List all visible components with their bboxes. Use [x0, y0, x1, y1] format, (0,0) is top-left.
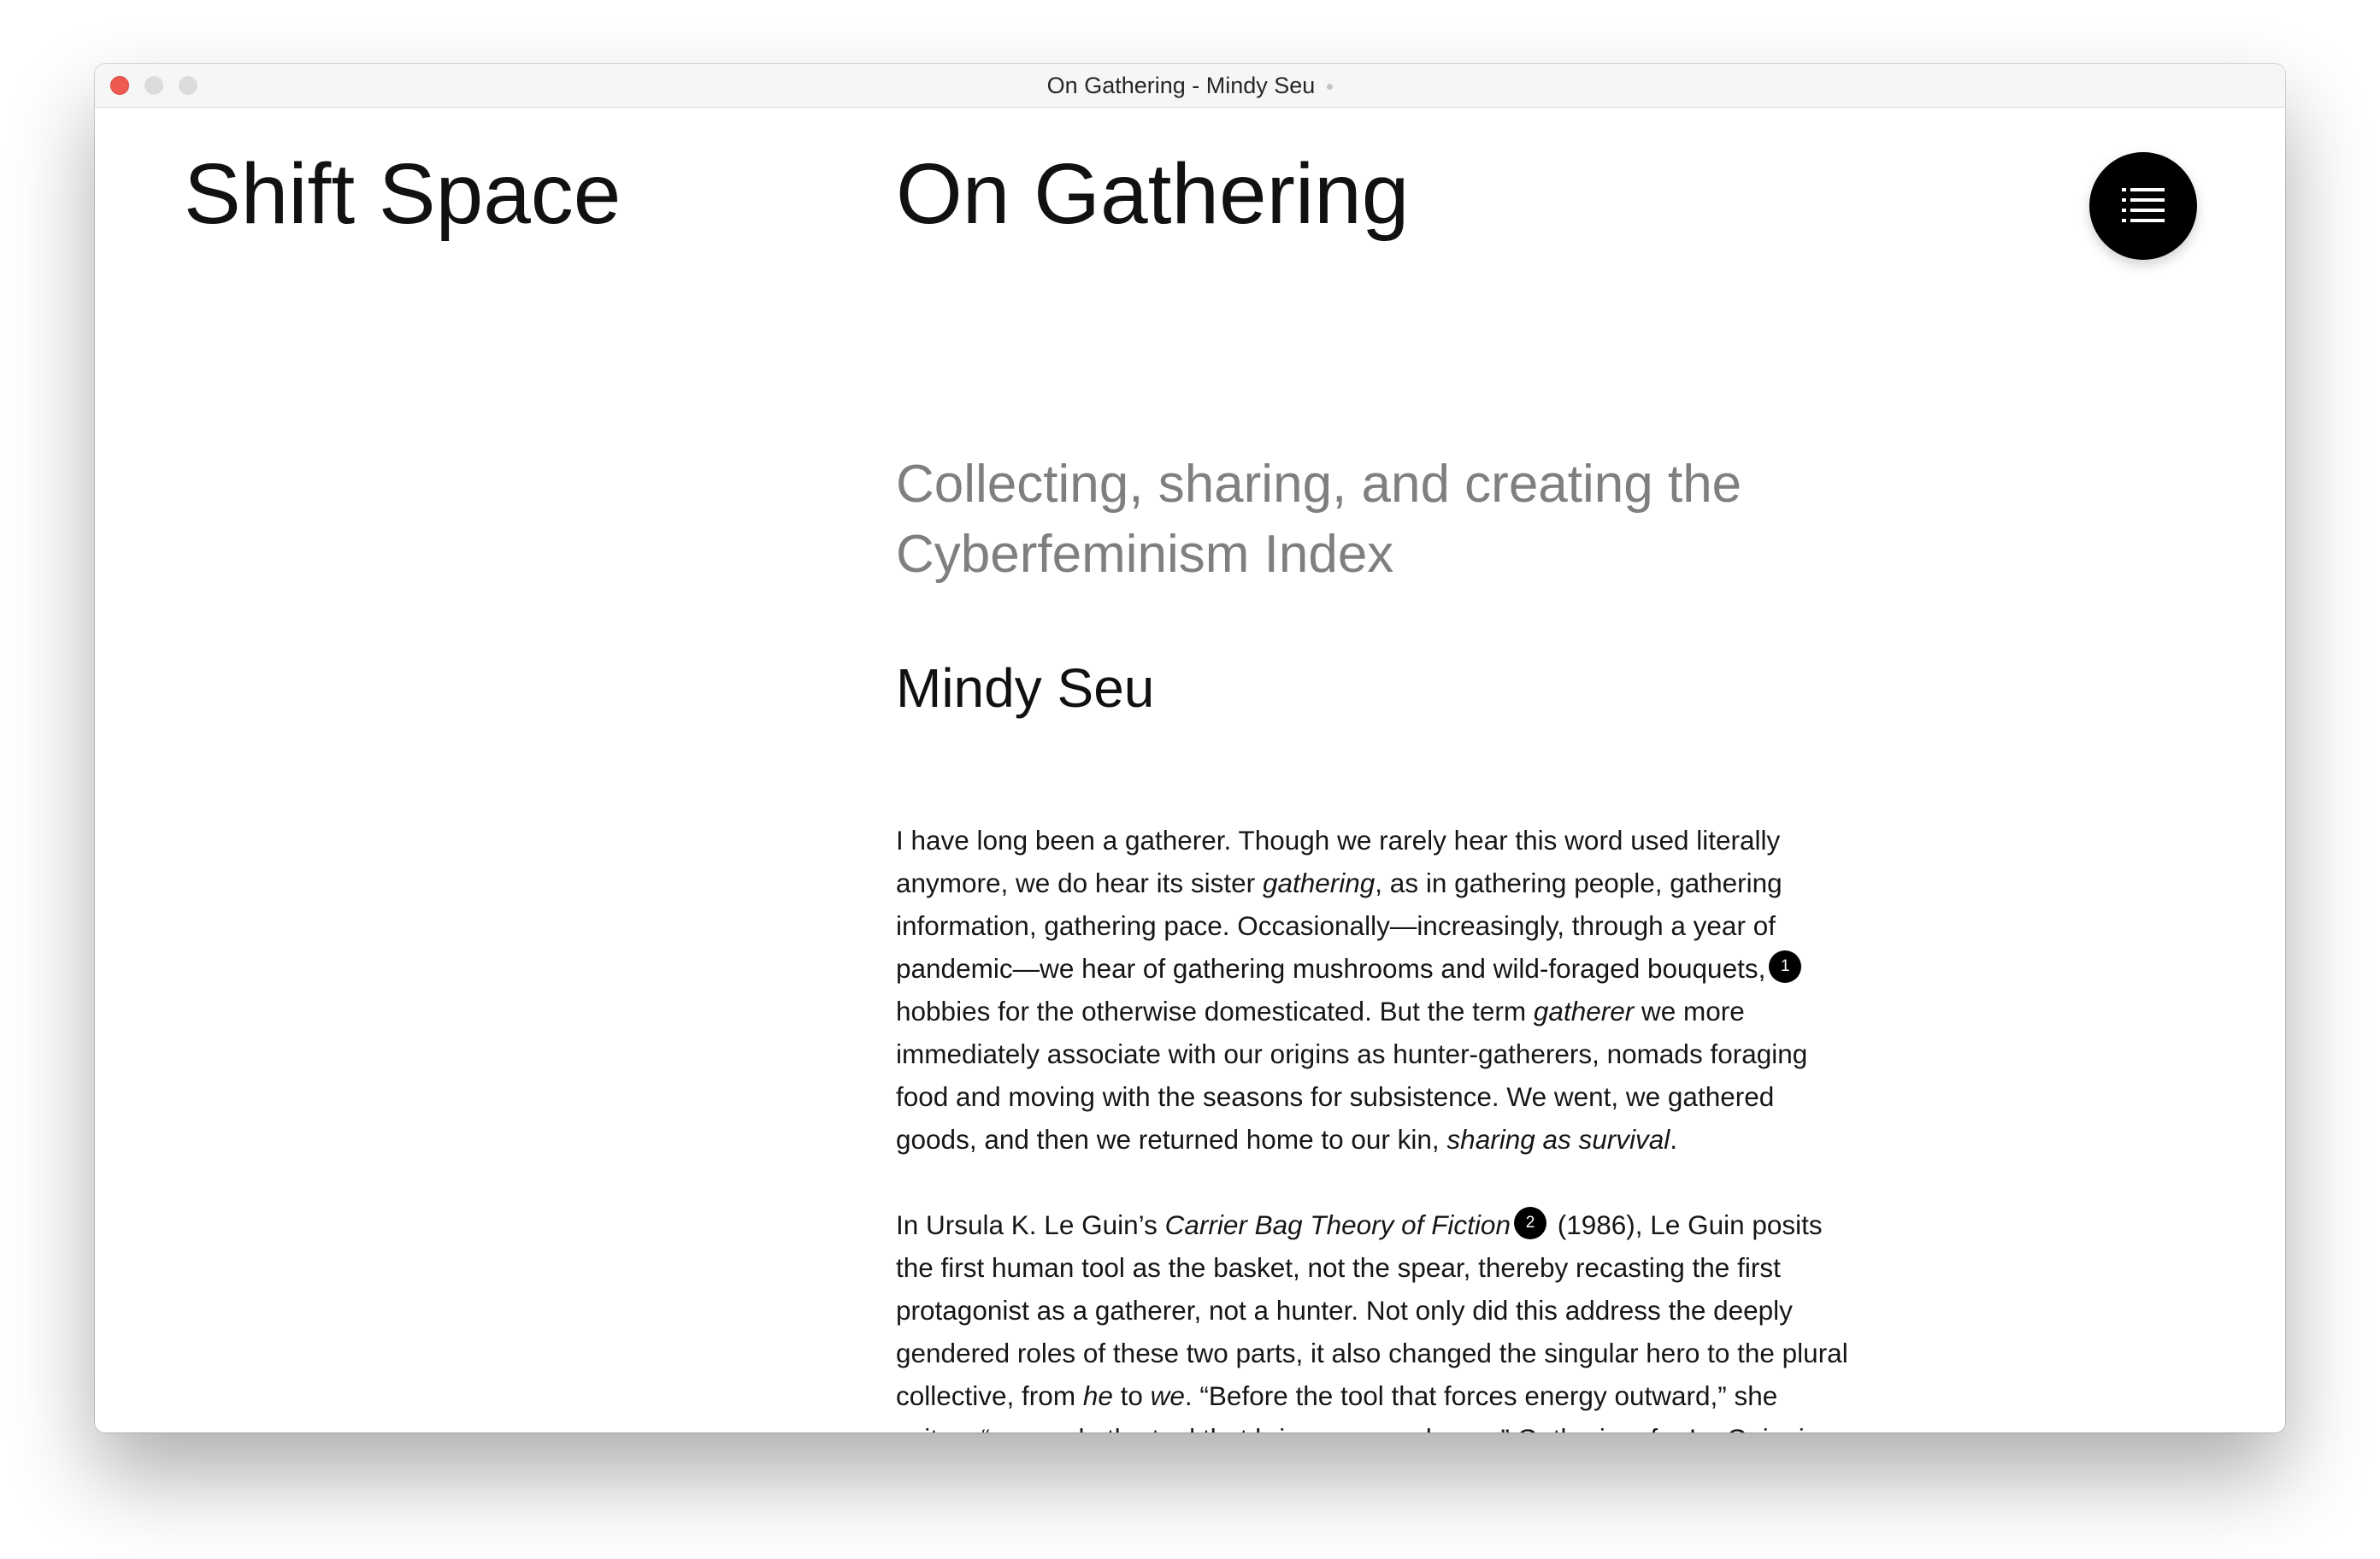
article-title: On Gathering: [896, 146, 1410, 242]
footnote-marker[interactable]: 2: [1513, 1207, 1546, 1239]
paragraph: In Ursula K. Le Guin’s Carrier Bag Theor…: [896, 1203, 1862, 1433]
site-title[interactable]: Shift Space: [184, 147, 621, 241]
article-subtitle: Collecting, sharing, and creating the Cy…: [896, 455, 1742, 584]
window-title-text: On Gathering - Mindy Seu: [1046, 73, 1316, 98]
article-author: Mindy Seu: [896, 657, 1155, 719]
list-icon: [2122, 188, 2165, 222]
paragraph-text: .: [1670, 1124, 1678, 1155]
emphasis: he: [1082, 1380, 1113, 1411]
paragraph: I have long been a gatherer. Though we r…: [896, 819, 1862, 1161]
paragraph-text: to: [1112, 1380, 1151, 1411]
footnote-marker[interactable]: 1: [1769, 950, 1802, 983]
emphasis: gathering: [1262, 868, 1376, 898]
emphasis: Carrier Bag Theory of Fiction: [1164, 1209, 1511, 1240]
table-of-contents-button[interactable]: [2089, 152, 2197, 260]
emphasis: sharing as survival: [1446, 1124, 1670, 1155]
window-title: On Gathering - Mindy Seu: [95, 64, 2285, 107]
emphasis: gatherer: [1533, 996, 1635, 1027]
paragraph-text: In Ursula K. Le Guin’s: [896, 1209, 1165, 1240]
browser-window: On Gathering - Mindy Seu Shift Space On …: [95, 64, 2285, 1433]
window-titlebar: On Gathering - Mindy Seu: [95, 64, 2285, 108]
article-body: I have long been a gatherer. Though we r…: [896, 819, 1862, 1433]
paragraph-text: hobbies for the otherwise domesticated. …: [896, 996, 1534, 1027]
emphasis: we: [1150, 1380, 1185, 1411]
edited-indicator-icon: [1327, 84, 1334, 91]
page-content: Shift Space On Gathering Collecting, sha…: [95, 108, 2285, 1433]
